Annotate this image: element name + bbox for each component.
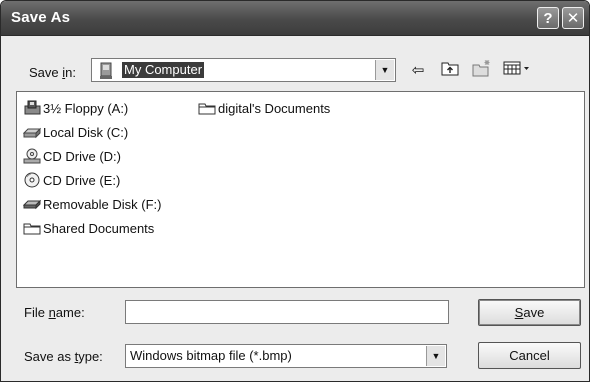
cancel-button-label: Cancel (509, 348, 550, 363)
close-button[interactable]: ✕ (562, 7, 584, 29)
save-as-type-label: Save as type: (24, 349, 103, 364)
save-in-label: Save in: (29, 65, 76, 80)
list-item[interactable]: CD Drive (E:) (23, 170, 120, 190)
chevron-down-icon[interactable]: ▼ (375, 60, 394, 80)
save-as-type-dropdown[interactable]: Windows bitmap file (*.bmp) ▼ (125, 344, 447, 368)
item-label: CD Drive (E:) (43, 172, 121, 188)
floppy-drive-icon (23, 100, 41, 116)
help-icon: ? (543, 9, 553, 27)
my-computer-icon (98, 62, 114, 83)
cd-drive-icon (23, 148, 41, 164)
save-in-dropdown[interactable]: My Computer ▼ (91, 58, 396, 82)
save-as-dialog: Save As ? ✕ Save in: My Computer ▼ ⇦ 3½ … (0, 0, 590, 382)
cd-drive-icon (23, 172, 41, 188)
cancel-button[interactable]: Cancel (478, 342, 581, 369)
dialog-title: Save As (11, 9, 71, 26)
new-folder-button[interactable] (470, 59, 494, 81)
help-button[interactable]: ? (537, 7, 559, 29)
list-item[interactable]: Shared Documents (23, 218, 154, 238)
up-one-level-button[interactable] (438, 59, 462, 81)
views-menu-button[interactable] (501, 59, 533, 81)
list-item[interactable]: digital's Documents (198, 98, 330, 118)
list-item[interactable]: Local Disk (C:) (22, 122, 129, 142)
item-label: Removable Disk (F:) (43, 196, 162, 212)
list-item[interactable]: CD Drive (D:) (23, 146, 121, 166)
title-bar[interactable]: Save As ? ✕ (1, 1, 589, 36)
hard-disk-icon (22, 124, 42, 140)
back-arrow-icon: ⇦ (411, 62, 425, 79)
views-menu-icon (503, 60, 531, 80)
new-folder-icon (472, 59, 492, 81)
item-label: Shared Documents (43, 220, 155, 236)
save-as-type-value: Windows bitmap file (*.bmp) (130, 348, 292, 363)
folder-icon (23, 220, 41, 236)
item-label: CD Drive (D:) (43, 148, 121, 164)
list-item[interactable]: Removable Disk (F:) (22, 194, 162, 214)
item-label: Local Disk (C:) (43, 124, 129, 140)
up-folder-icon (441, 60, 459, 80)
list-item[interactable]: 3½ Floppy (A:) (23, 98, 128, 118)
file-list-pane[interactable]: 3½ Floppy (A:) Local Disk (C:) CD Drive … (16, 91, 585, 288)
file-name-label: File name: (24, 305, 85, 320)
save-in-value: My Computer (122, 62, 205, 78)
item-label: digital's Documents (218, 100, 331, 116)
back-button[interactable]: ⇦ (406, 59, 430, 81)
folder-icon (198, 100, 216, 116)
chevron-down-icon[interactable]: ▼ (426, 346, 445, 366)
save-button[interactable]: Save (478, 299, 581, 326)
item-label: 3½ Floppy (A:) (43, 100, 129, 116)
close-icon: ✕ (566, 10, 580, 27)
removable-disk-icon (22, 196, 42, 212)
file-name-input[interactable] (125, 300, 449, 324)
save-button-label: Save (514, 305, 545, 320)
